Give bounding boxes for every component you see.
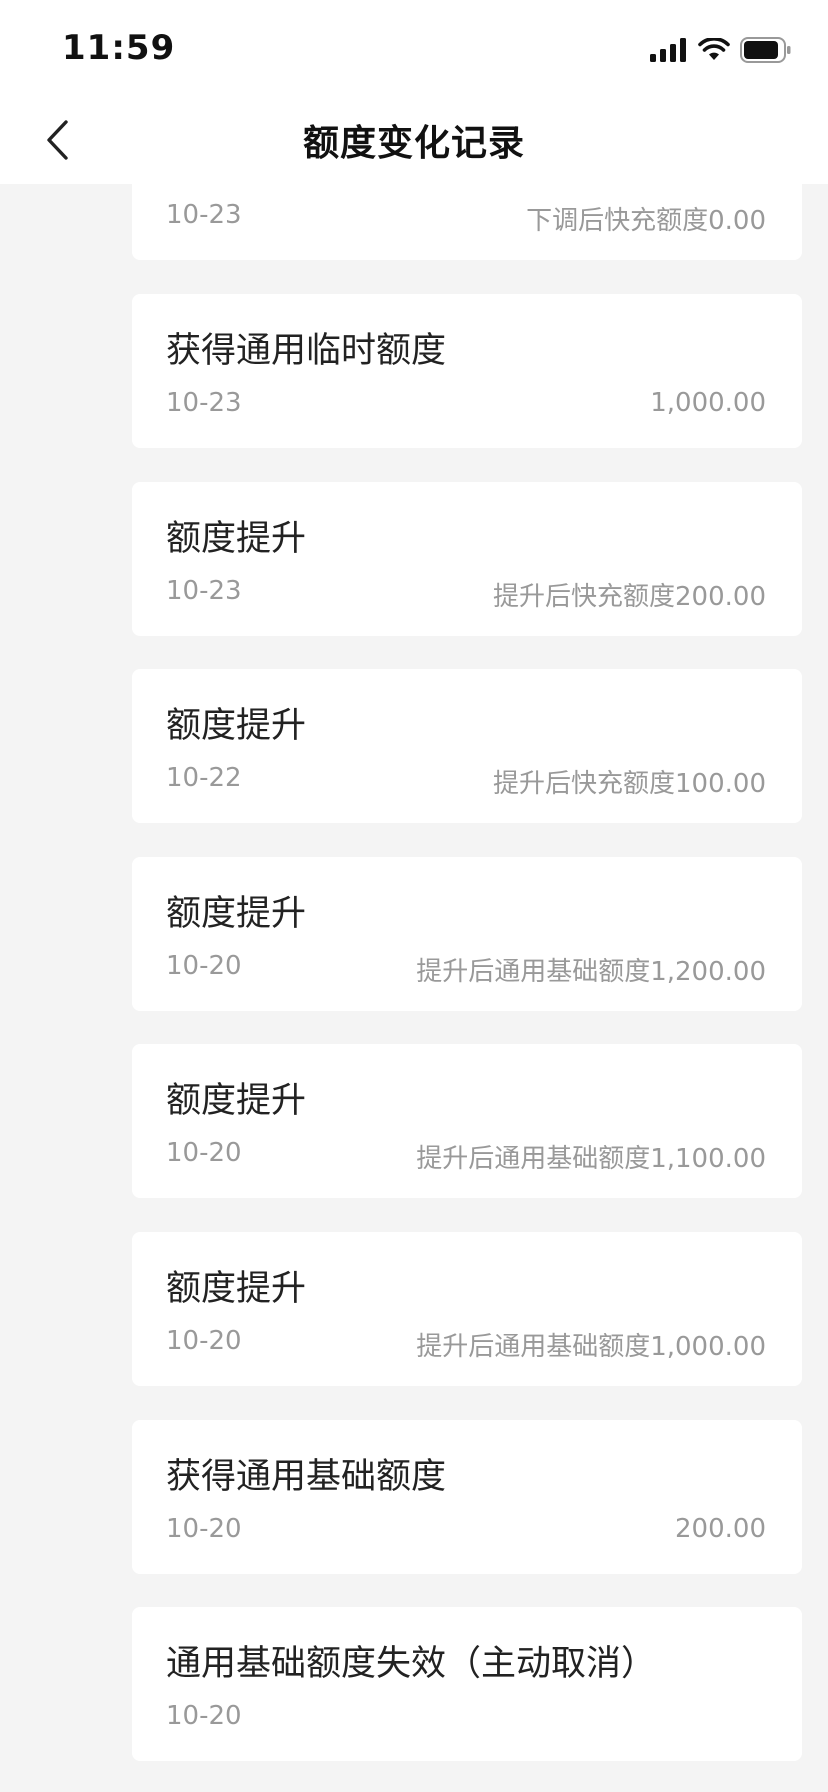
record-card[interactable]: 额度提升 10-23 提升后快充额度200.00: [132, 482, 802, 636]
status-icons: [650, 36, 792, 64]
record-card[interactable]: 额度提升 10-20 提升后通用基础额度1,100.00: [132, 1044, 802, 1198]
record-title: 通用基础额度失效（主动取消）: [166, 1644, 657, 1684]
battery-icon: [740, 37, 791, 63]
record-date: 10-23: [166, 388, 242, 418]
record-date: 10-20: [166, 1326, 242, 1356]
record-amount: 提升后通用基础额度1,000.00: [416, 1332, 766, 1362]
record-card[interactable]: 通用基础额度失效（主动取消） 10-20: [132, 1607, 802, 1761]
record-date: 10-20: [166, 1138, 242, 1168]
record-date: 10-23: [166, 576, 242, 606]
page: 10-23 下调后快充额度0.00 获得通用临时额度 10-23 1,000.0…: [0, 0, 828, 1792]
record-amount: 提升后通用基础额度1,200.00: [416, 957, 766, 987]
record-title: 获得通用临时额度: [166, 331, 447, 371]
record-title: 额度提升: [166, 894, 307, 934]
record-card[interactable]: 获得通用基础额度 10-20 200.00: [132, 1420, 802, 1574]
record-amount: 提升后通用基础额度1,100.00: [416, 1144, 766, 1174]
record-card[interactable]: 额度提升 10-20 提升后通用基础额度1,000.00: [132, 1232, 802, 1386]
status-bar: 11:59: [0, 0, 828, 96]
record-date: 10-20: [166, 951, 242, 981]
record-list[interactable]: 10-23 下调后快充额度0.00 获得通用临时额度 10-23 1,000.0…: [0, 0, 828, 1792]
record-title: 额度提升: [166, 519, 307, 559]
record-card[interactable]: 获得通用临时额度 10-23 1,000.00: [132, 294, 802, 448]
status-time: 11:59: [62, 28, 176, 68]
record-amount: 提升后快充额度200.00: [493, 582, 766, 612]
record-date: 10-20: [166, 1701, 242, 1731]
record-title: 额度提升: [166, 1269, 307, 1309]
record-amount: 1,000.00: [650, 388, 766, 418]
record-amount: 200.00: [675, 1514, 766, 1544]
wifi-icon: [698, 38, 730, 60]
record-title: 额度提升: [166, 1081, 307, 1121]
record-title: 额度提升: [166, 706, 307, 746]
record-card[interactable]: 额度提升 10-22 提升后快充额度100.00: [132, 669, 802, 823]
record-amount: 提升后快充额度100.00: [493, 769, 766, 799]
record-title: 获得通用基础额度: [166, 1457, 447, 1497]
record-date: 10-23: [166, 200, 242, 230]
record-card[interactable]: 额度提升 10-20 提升后通用基础额度1,200.00: [132, 857, 802, 1011]
nav-bar: 额度变化记录: [0, 96, 828, 184]
cellular-signal-icon: [650, 38, 686, 62]
page-title: 额度变化记录: [302, 123, 525, 164]
record-date: 10-22: [166, 763, 242, 793]
record-amount: 下调后快充额度0.00: [526, 206, 766, 236]
top-bar: 11:59 额度变化记录: [0, 0, 828, 184]
record-date: 10-20: [166, 1514, 242, 1544]
